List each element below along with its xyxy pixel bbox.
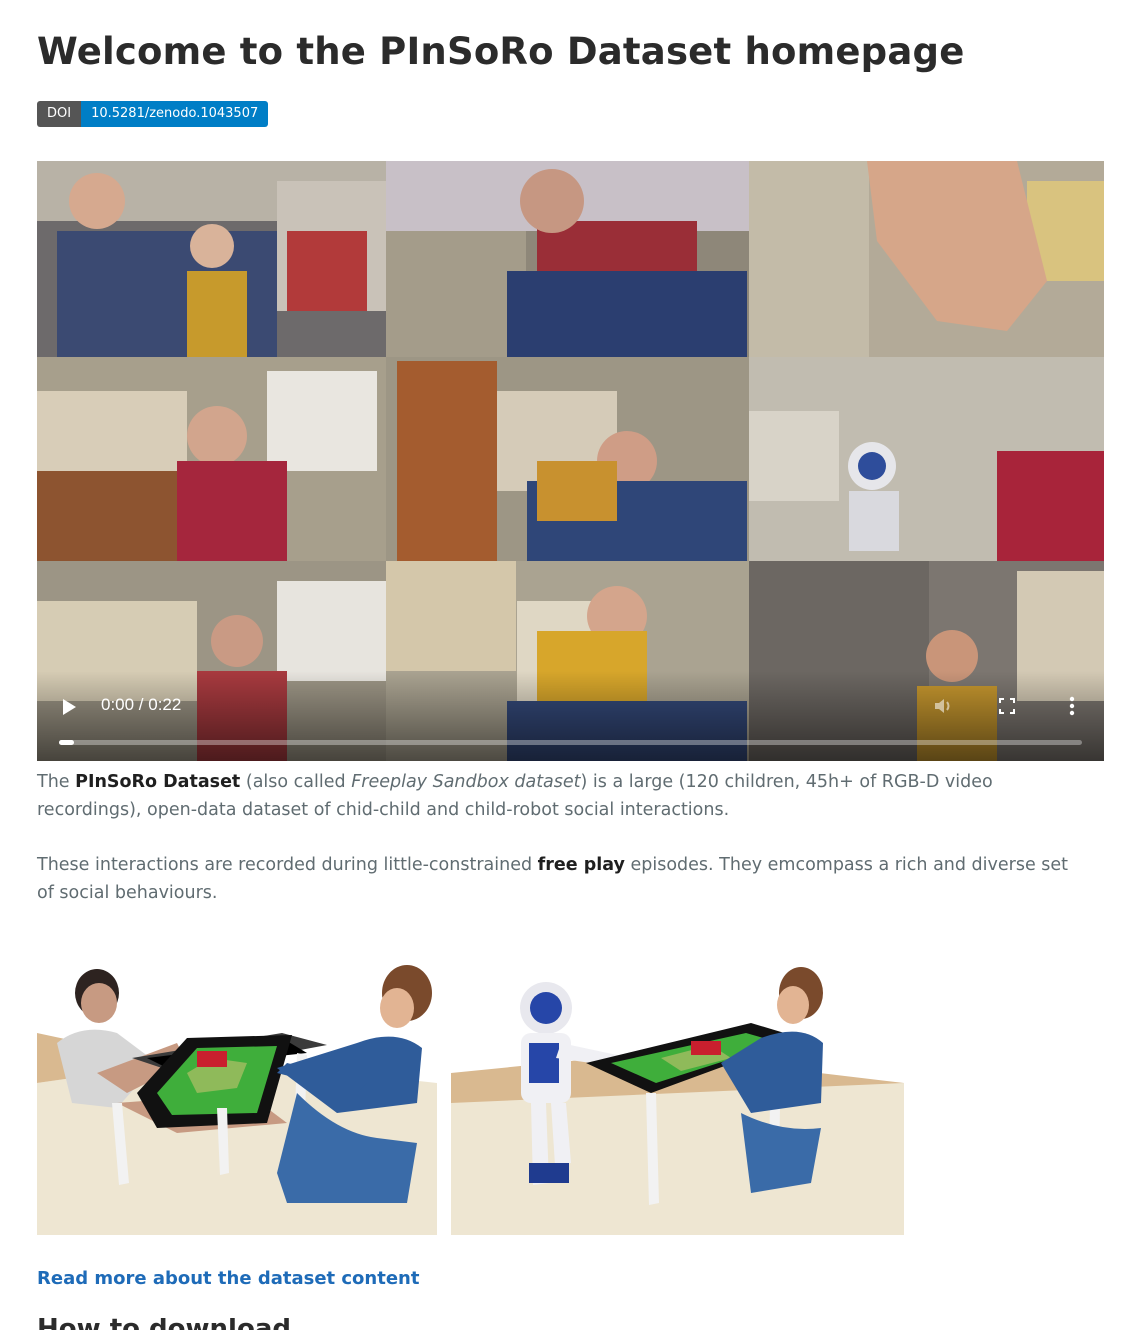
intro-paragraph-1: The PInSoRo Dataset (also called Freepla… xyxy=(37,768,1087,824)
doi-badge[interactable]: DOI 10.5281/zenodo.1043507 xyxy=(37,101,269,127)
doi-badge-value: 10.5281/zenodo.1043507 xyxy=(81,101,269,127)
fullscreen-icon[interactable] xyxy=(999,698,1015,714)
intro-text: (also called xyxy=(240,772,352,792)
intro-text: The xyxy=(37,772,76,792)
dataset-name: PInSoRo Dataset xyxy=(75,772,241,792)
child-child-illustration xyxy=(37,963,437,1235)
doi-badge-label: DOI xyxy=(37,101,82,127)
free-play-term: free play xyxy=(537,855,625,875)
video-controls: 0:00 / 0:22 xyxy=(37,671,1104,761)
page-title: Welcome to the PInSoRo Dataset homepage xyxy=(37,30,965,73)
intro-text: These interactions are recorded during l… xyxy=(37,855,538,875)
video-time: 0:00 / 0:22 xyxy=(101,695,182,714)
next-section-heading: How to download xyxy=(37,1318,291,1330)
more-options-icon[interactable] xyxy=(1067,695,1077,717)
read-more-link[interactable]: Read more about the dataset content xyxy=(37,1268,419,1289)
play-icon[interactable] xyxy=(63,699,76,715)
video-progress-bar[interactable] xyxy=(59,740,1082,745)
video-player[interactable]: 0:00 / 0:22 xyxy=(37,161,1104,761)
child-robot-illustration xyxy=(451,963,904,1235)
volume-icon[interactable] xyxy=(932,695,954,717)
intro-paragraph-2: These interactions are recorded during l… xyxy=(37,851,1087,907)
video-progress-fill xyxy=(59,740,75,745)
dataset-alt-name: Freeplay Sandbox dataset xyxy=(351,772,581,792)
